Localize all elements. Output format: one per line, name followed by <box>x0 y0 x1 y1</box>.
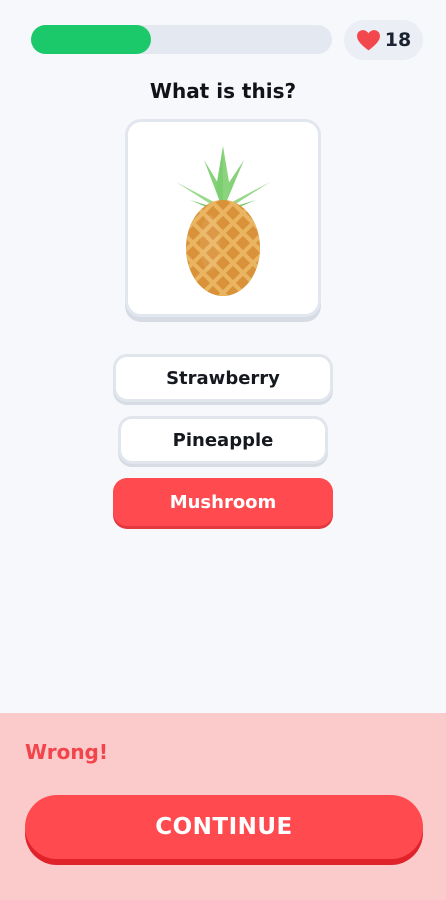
feedback-panel: Wrong! CONTINUE <box>0 713 446 900</box>
progress-bar <box>31 25 332 54</box>
pineapple-icon <box>176 146 270 296</box>
feedback-status: Wrong! <box>25 740 108 764</box>
question-image-card <box>125 119 321 317</box>
continue-button[interactable]: CONTINUE <box>25 795 423 859</box>
heart-icon <box>356 30 380 51</box>
option-mushroom[interactable]: Mushroom <box>113 478 333 526</box>
hearts-count: 18 <box>384 29 412 51</box>
progress-fill <box>31 25 152 54</box>
hearts-counter: 18 <box>344 20 423 60</box>
option-pineapple[interactable]: Pineapple <box>118 416 328 464</box>
question-prompt: What is this? <box>149 79 297 103</box>
option-strawberry[interactable]: Strawberry <box>113 354 333 402</box>
quiz-screen: 18 What is this? Strawberry Pineapple Mu… <box>0 0 446 900</box>
